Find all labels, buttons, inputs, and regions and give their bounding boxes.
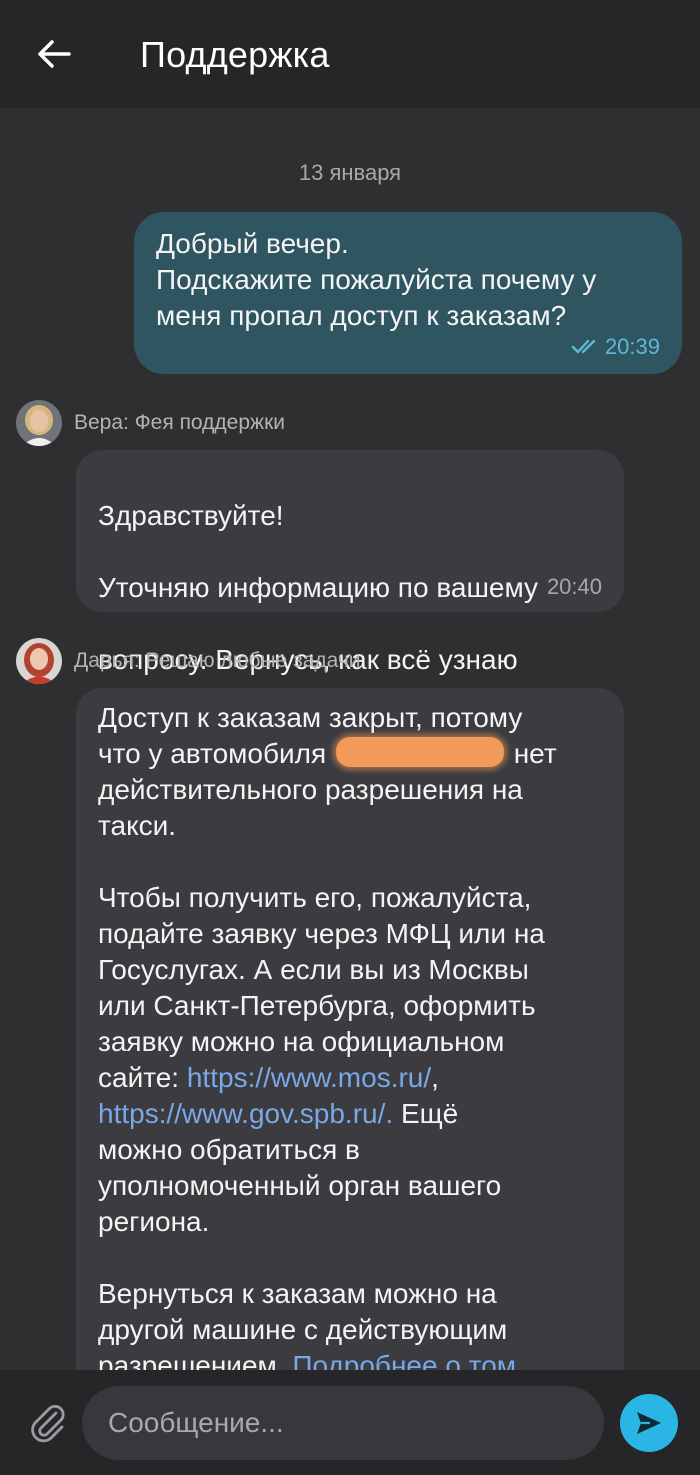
date-separator: 13 января: [298, 160, 402, 185]
message-time: 20:40: [546, 574, 602, 599]
sender-vera: Вера: Фея поддержки: [16, 400, 285, 446]
paperclip-icon: [31, 1404, 65, 1443]
attach-button[interactable]: [26, 1400, 70, 1444]
support-chat-screen: Поддержка 13 января Добрый вечер. Подска…: [0, 0, 700, 1475]
arrow-left-icon: [38, 40, 71, 68]
message-text: Добрый вечер. Подскажите пожалуйста поче…: [156, 228, 597, 331]
outgoing-message[interactable]: Добрый вечер. Подскажите пожалуйста поче…: [134, 212, 682, 374]
message-meta: 20:39: [571, 334, 660, 360]
redacted-plate: [335, 737, 504, 767]
sender-darya: Дарья: Решаю любые задачи: [16, 638, 361, 684]
chat-header: Поддержка: [0, 0, 700, 108]
page-title: Поддержка: [140, 34, 330, 75]
link-mos[interactable]: https://www.mos.ru/: [187, 1062, 431, 1093]
message-input-bar: [0, 1370, 700, 1475]
incoming-message-vera[interactable]: Здравствуйте! Уточняю информацию по ваше…: [76, 450, 624, 675]
send-icon: [637, 1412, 661, 1434]
message-time: 20:39: [604, 334, 660, 359]
avatar[interactable]: [16, 400, 62, 446]
sender-name: Дарья: Решаю любые задачи: [74, 649, 361, 672]
avatar[interactable]: [16, 638, 62, 684]
double-check-icon: [571, 339, 596, 354]
sender-name: Вера: Фея поддержки: [74, 411, 285, 434]
link-gov-spb[interactable]: https://www.gov.spb.ru/.: [98, 1098, 393, 1129]
message-list[interactable]: 13 января Добрый вечер. Подскажите пожал…: [0, 108, 700, 1370]
link-more-info[interactable]: Подробнее о том,: [292, 1350, 523, 1370]
message-input[interactable]: [82, 1386, 604, 1460]
message-text: Доступ к заказам закрыт, потому что у ав…: [98, 700, 602, 1370]
incoming-message-darya[interactable]: Доступ к заказам закрыт, потому что у ав…: [76, 688, 624, 1370]
send-button[interactable]: [620, 1394, 678, 1452]
back-button[interactable]: [30, 30, 78, 78]
